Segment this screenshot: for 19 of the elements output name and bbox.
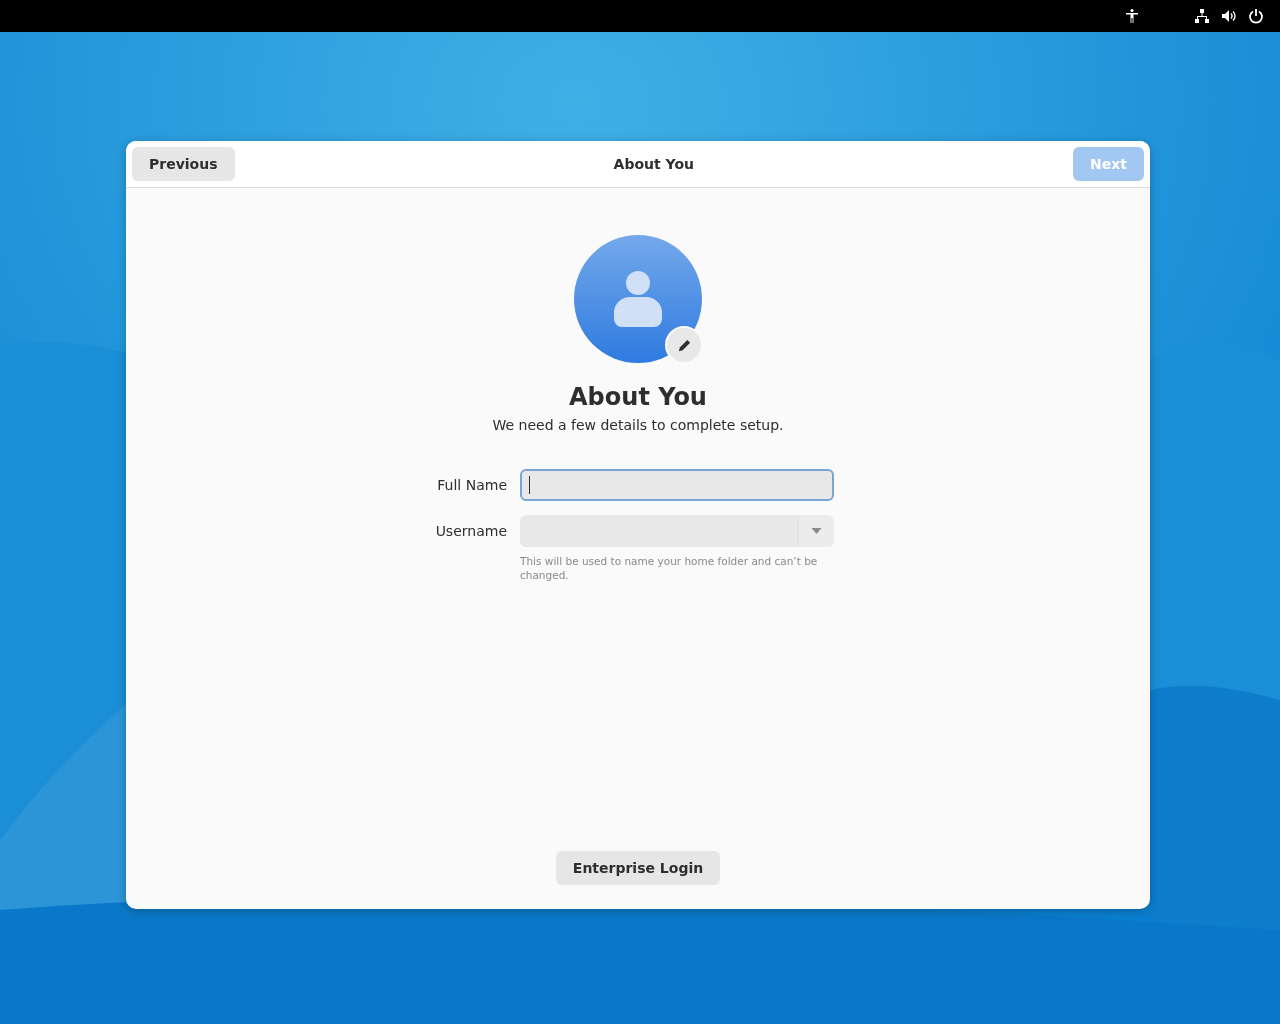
previous-button[interactable]: Previous <box>132 147 235 181</box>
power-icon[interactable] <box>1248 8 1264 24</box>
text-cursor <box>529 476 530 494</box>
dropdown-button[interactable] <box>798 515 834 547</box>
volume-icon[interactable] <box>1221 8 1237 24</box>
input-field[interactable] <box>520 515 798 547</box>
field-label: Username <box>435 523 507 539</box>
pencil-icon <box>676 337 692 353</box>
page-subtitle: We need a few details to complete setup. <box>492 417 784 433</box>
input-field[interactable] <box>520 469 834 501</box>
page-heading: About You <box>569 383 707 411</box>
hint-text: This will be used to name your home folder and can’t be changed. <box>520 554 819 582</box>
person-icon <box>614 271 662 327</box>
field-label: Full Name <box>437 477 507 493</box>
network-icon[interactable] <box>1194 8 1210 24</box>
dropdown-arrow-icon <box>811 528 822 534</box>
window-title: About You <box>613 156 694 172</box>
accessibility-icon[interactable] <box>1124 8 1140 24</box>
enterprise-login-button[interactable]: Enterprise Login <box>555 851 721 885</box>
